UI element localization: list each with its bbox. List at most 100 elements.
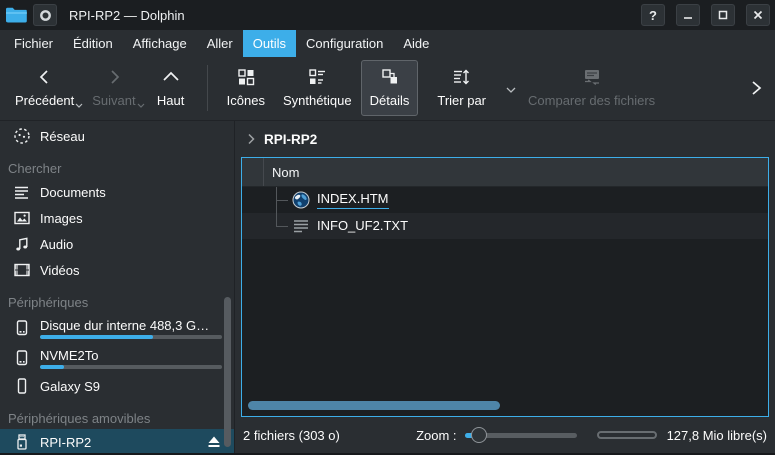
sidebar-section-peripheriques: Périphériques	[0, 291, 234, 313]
zoom-control: Zoom :	[416, 426, 576, 444]
sort-icon	[452, 65, 472, 89]
sidebar-item-label: Documents	[40, 185, 106, 200]
sidebar-item-label: NVME2To	[40, 348, 99, 363]
phone-icon	[13, 377, 31, 395]
minimize-button[interactable]	[676, 4, 700, 26]
text-lines-icon	[292, 217, 310, 235]
up-button[interactable]: Haut	[145, 60, 197, 116]
toolbar-separator	[207, 65, 208, 111]
chevron-down-icon	[137, 103, 145, 108]
free-space-label: 127,8 Mio libre(s)	[667, 428, 767, 443]
folder-icon	[5, 6, 27, 24]
app-menu-icon[interactable]	[33, 4, 57, 26]
globe-icon	[292, 191, 310, 209]
document-lines-icon	[13, 183, 31, 201]
chevron-right-icon	[105, 65, 123, 89]
sidebar-item-disque-interne[interactable]: Disque dur interne 488,3 G…	[0, 313, 234, 343]
sidebar-scrollbar[interactable]	[224, 297, 231, 447]
folder-view-area: RPI-RP2 Nom	[235, 121, 775, 453]
zoom-label: Zoom :	[416, 428, 456, 443]
menu-aller[interactable]: Aller	[197, 30, 243, 57]
chevron-down-icon	[506, 87, 516, 93]
sidebar-item-label: Galaxy S9	[40, 379, 100, 394]
dolphin-window: RPI-RP2 — Dolphin ? Fichier Édition Affi…	[0, 0, 775, 455]
menu-affichage[interactable]: Affichage	[123, 30, 197, 57]
file-rows: INDEX.HTM INFO_UF2.TXT	[242, 187, 768, 239]
icons-view-icon	[236, 65, 256, 89]
sidebar-section-chercher: Chercher	[0, 157, 234, 179]
main-toolbar: Précédent Suivant Haut	[0, 57, 775, 121]
tree-line	[276, 200, 288, 201]
expander-column	[242, 158, 264, 186]
sidebar-section-peripheriques-amovibles: Périphériques amovibles	[0, 407, 234, 429]
sidebar-item-label: Audio	[40, 237, 73, 252]
sidebar-item-videos[interactable]: Vidéos	[0, 257, 234, 283]
compare-files-icon	[581, 65, 603, 89]
menu-aide[interactable]: Aide	[393, 30, 439, 57]
title-bar: RPI-RP2 — Dolphin ?	[0, 0, 775, 30]
zoom-slider[interactable]	[465, 426, 577, 444]
details-view-icon	[380, 65, 400, 89]
maximize-button[interactable]	[711, 4, 735, 26]
file-row-info-uf2-txt[interactable]: INFO_UF2.TXT	[242, 213, 768, 239]
sidebar-item-label: Images	[40, 211, 83, 226]
disk-usage-bar	[40, 365, 222, 369]
sidebar-item-documents[interactable]: Documents	[0, 179, 234, 205]
eject-icon[interactable]	[206, 435, 222, 449]
icons-view-button[interactable]: Icônes	[218, 60, 274, 116]
compact-view-button[interactable]: Synthétique	[274, 60, 361, 116]
sidebar-item-label: Disque dur interne 488,3 G…	[40, 318, 209, 333]
chevron-up-icon	[161, 65, 181, 89]
menu-fichier[interactable]: Fichier	[4, 30, 63, 57]
free-space-bar	[597, 431, 657, 439]
toolbar-overflow-button[interactable]	[743, 65, 769, 111]
help-button[interactable]: ?	[641, 4, 665, 26]
menu-edition[interactable]: Édition	[63, 30, 123, 57]
menu-bar: Fichier Édition Affichage Aller Outils C…	[0, 30, 775, 57]
sort-by-button[interactable]: Trier par	[428, 60, 505, 116]
sidebar-item-audio[interactable]: Audio	[0, 231, 234, 257]
file-row-index-htm[interactable]: INDEX.HTM	[242, 187, 768, 213]
sidebar-item-nvme2to[interactable]: NVME2To	[0, 343, 234, 373]
film-icon	[13, 261, 31, 279]
places-panel: Réseau Chercher Documents	[0, 121, 235, 453]
sidebar-item-label: RPI-RP2	[40, 435, 91, 450]
zoom-slider-handle[interactable]	[471, 427, 487, 443]
tree-line	[276, 187, 277, 226]
hard-drive-icon	[13, 349, 31, 367]
sidebar-item-label: Réseau	[40, 129, 85, 144]
sidebar-item-label: Vidéos	[40, 263, 80, 278]
disk-usage-bar	[40, 335, 222, 339]
network-icon	[13, 127, 31, 145]
usb-drive-icon	[13, 433, 31, 451]
back-button[interactable]: Précédent	[6, 60, 83, 116]
close-button[interactable]	[746, 4, 770, 26]
compare-files-button[interactable]: Comparer des fichiers	[519, 60, 664, 116]
sidebar-item-galaxy-s9[interactable]: Galaxy S9	[0, 373, 234, 399]
details-view[interactable]: Nom	[241, 157, 769, 417]
sidebar-item-rpi-rp2[interactable]: RPI-RP2	[0, 429, 234, 453]
chevron-right-icon[interactable]	[247, 133, 255, 145]
column-header-nom[interactable]: Nom	[264, 158, 299, 186]
image-icon	[13, 209, 31, 227]
details-view-button[interactable]: Détails	[361, 60, 419, 116]
sidebar-item-images[interactable]: Images	[0, 205, 234, 231]
content-area: Réseau Chercher Documents	[0, 121, 775, 453]
file-name[interactable]: INFO_UF2.TXT	[317, 218, 408, 234]
window-title: RPI-RP2 — Dolphin	[69, 8, 185, 23]
items-summary: 2 fichiers (303 o)	[243, 428, 340, 443]
hard-drive-icon	[13, 319, 31, 337]
compact-view-icon	[307, 65, 327, 89]
menu-outils[interactable]: Outils	[243, 30, 296, 57]
tree-line	[276, 226, 288, 227]
breadcrumb-location[interactable]: RPI-RP2	[264, 132, 317, 147]
music-note-icon	[13, 235, 31, 253]
menu-configuration[interactable]: Configuration	[296, 30, 393, 57]
horizontal-scrollbar[interactable]	[248, 401, 500, 410]
sidebar-item-reseau[interactable]: Réseau	[0, 123, 234, 149]
chevron-left-icon	[36, 65, 54, 89]
breadcrumb: RPI-RP2	[235, 121, 775, 157]
chevron-down-icon	[75, 103, 83, 108]
forward-button[interactable]: Suivant	[83, 60, 144, 116]
file-name[interactable]: INDEX.HTM	[317, 191, 389, 209]
